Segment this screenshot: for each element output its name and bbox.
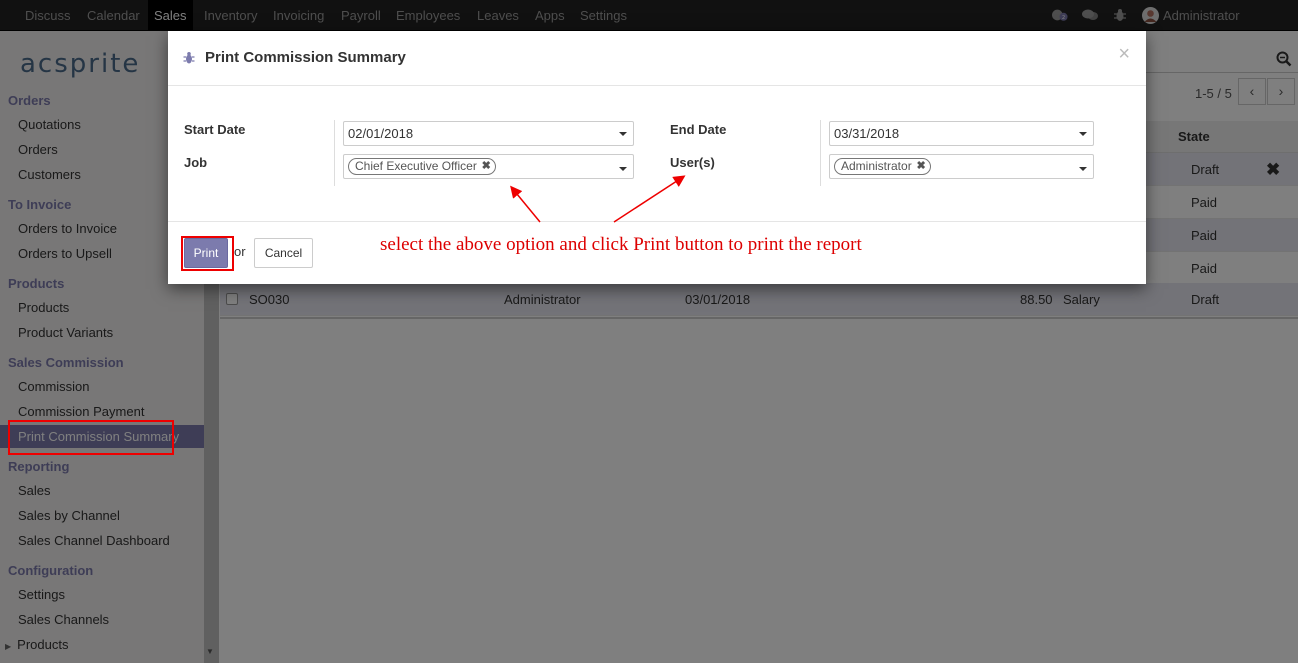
print-commission-dialog: Print Commission Summary × Start Date Jo… xyxy=(168,31,1146,284)
dialog-footer: Print or Cancel select the above option … xyxy=(168,221,1146,284)
job-field[interactable]: Chief Executive Officer ✖ xyxy=(343,154,634,179)
bug-icon xyxy=(183,52,195,64)
end-date-value: 03/31/2018 xyxy=(834,126,900,141)
start-date-field[interactable]: 02/01/2018 xyxy=(343,121,634,146)
instruction-annotation: select the above option and click Print … xyxy=(380,234,862,255)
print-highlight-box xyxy=(181,236,234,271)
field-separator xyxy=(334,120,335,186)
dialog-header: Print Commission Summary × xyxy=(168,31,1146,86)
start-date-value: 02/01/2018 xyxy=(348,126,414,141)
caret-down-icon xyxy=(1079,132,1087,136)
remove-tag-icon[interactable]: ✖ xyxy=(482,159,491,174)
dialog-title: Print Commission Summary xyxy=(205,49,406,66)
caret-down-icon xyxy=(1079,167,1087,171)
close-icon[interactable]: × xyxy=(1118,43,1130,66)
end-date-label: End Date xyxy=(670,122,727,137)
users-label: User(s) xyxy=(670,155,715,170)
start-date-label: Start Date xyxy=(184,122,246,137)
remove-tag-icon[interactable]: ✖ xyxy=(916,159,925,174)
field-separator xyxy=(820,120,821,186)
job-tag: Chief Executive Officer ✖ xyxy=(348,158,496,175)
caret-down-icon xyxy=(619,132,627,136)
end-date-field[interactable]: 03/31/2018 xyxy=(829,121,1094,146)
users-field[interactable]: Administrator ✖ xyxy=(829,154,1094,179)
user-tag: Administrator ✖ xyxy=(834,158,931,175)
job-label: Job xyxy=(184,155,208,170)
sidebar-highlight-box xyxy=(8,420,174,455)
cancel-button[interactable]: Cancel xyxy=(254,238,313,268)
caret-down-icon xyxy=(619,167,627,171)
or-text: or xyxy=(234,244,246,259)
